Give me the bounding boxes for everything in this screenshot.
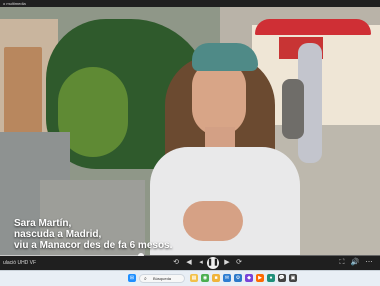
fullscreen-icon[interactable]: ⛶: [337, 258, 347, 268]
settings-icon[interactable]: ⚙: [234, 274, 242, 282]
mail-icon[interactable]: ✉: [223, 274, 231, 282]
video-app-icon[interactable]: ▣: [289, 274, 297, 282]
search-box[interactable]: ⌕ Búsqueda: [139, 274, 185, 283]
wooden-door: [4, 47, 42, 133]
volume-icon[interactable]: 🔊: [350, 258, 360, 268]
folder-icon[interactable]: ■: [212, 274, 220, 282]
play-pause-button[interactable]: ❚❚: [207, 257, 219, 269]
headscarf: [192, 43, 258, 71]
search-placeholder: Búsqueda: [153, 276, 172, 281]
player-controls: ulació UHD VF ⟲ ◀ ◂ ❚❚ ▶ ⟳ ⛶ 🔊 ⋯: [0, 256, 380, 270]
window-titlebar: o multimedia: [0, 0, 380, 7]
app-icon[interactable]: ◆: [245, 274, 253, 282]
camera-icon[interactable]: ●: [267, 274, 275, 282]
step-back-icon[interactable]: ◂: [196, 258, 206, 268]
chrome-icon[interactable]: ◉: [201, 274, 209, 282]
previous-icon[interactable]: ◀: [184, 258, 194, 268]
windows-taskbar: ⊞ ⌕ Búsqueda ▦ ◉ ■ ✉ ⚙ ◆ ▶ ● 💬 ▣: [0, 270, 380, 286]
media-icon[interactable]: ▶: [256, 274, 264, 282]
background-child: [282, 79, 304, 139]
rewind-icon[interactable]: ⟲: [171, 258, 181, 268]
chat-icon[interactable]: 💬: [278, 274, 286, 282]
video-subtitle: Sara Martín, nascuda a Madrid, viu a Man…: [14, 218, 173, 251]
search-icon: ⌕: [144, 276, 147, 282]
video-frame[interactable]: Sara Martín, nascuda a Madrid, viu a Man…: [0, 7, 380, 256]
woman-face: [192, 62, 246, 136]
forward-icon[interactable]: ⟳: [234, 258, 244, 268]
pause-icon: ❚❚: [207, 259, 219, 266]
video-title-label: ulació UHD VF: [3, 260, 37, 266]
window-title: o multimedia: [3, 1, 26, 6]
windows-icon[interactable]: ⊞: [128, 274, 136, 282]
settings-icon[interactable]: ⋯: [364, 258, 374, 268]
file-explorer-icon[interactable]: ▦: [190, 274, 198, 282]
red-umbrella: [255, 19, 371, 35]
next-icon[interactable]: ▶: [222, 258, 232, 268]
